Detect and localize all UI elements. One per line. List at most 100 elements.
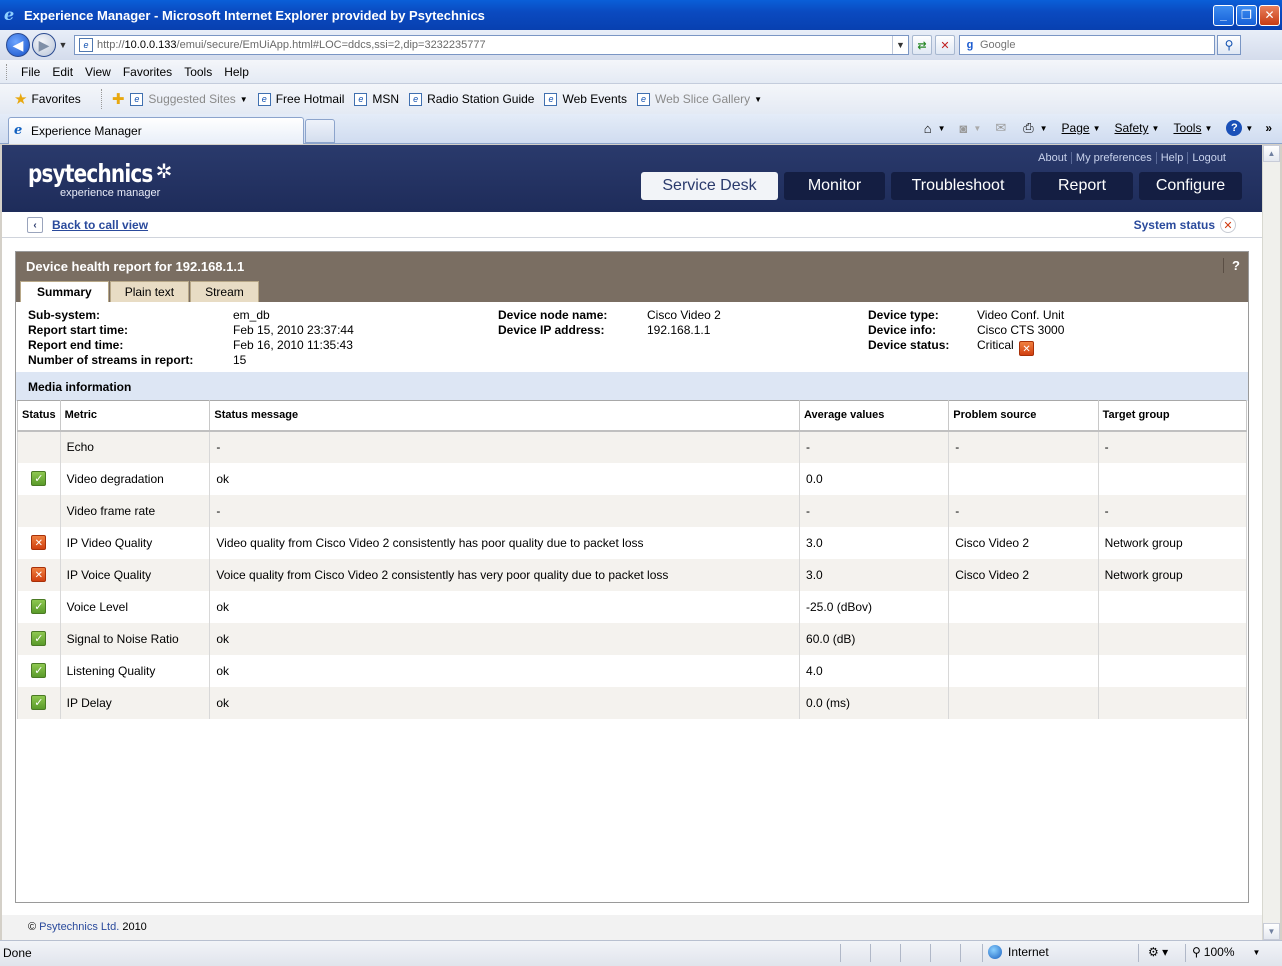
report-help-button[interactable]: ? [1223,258,1240,273]
tab-experience-manager[interactable]: e Experience Manager [8,117,304,144]
ok-check-icon: ✓ [31,695,47,710]
problem-source-cell: Cisco Video 2 [948,558,1099,591]
menu-view[interactable]: View [79,65,117,79]
company-link[interactable]: Psytechnics Ltd. [39,921,119,933]
target-group-cell: - [1097,494,1248,527]
address-url[interactable]: http://10.0.0.133/emui/secure/EmUiApp.ht… [97,39,892,51]
table-row: ✓ Signal to Noise Ratio ok 60.0 (dB) [17,622,1248,655]
psytechnics-logo: psytechnics ✲ experience manager [28,159,184,199]
logo-mark-icon: ✲ [155,161,173,183]
menu-favorites[interactable]: Favorites [117,65,178,79]
vertical-scrollbar[interactable]: ▲ ▼ [1262,145,1280,940]
status-message-cell: Voice quality from Cisco Video 2 consist… [209,558,801,591]
toolbar-grip [6,63,9,80]
tools-menu[interactable]: Tools ▼ [1173,121,1212,135]
status-message-cell: ok [209,462,801,495]
fav-web-events[interactable]: e Web Events [544,92,627,106]
feeds-button[interactable]: ◙ ▼ [960,121,982,136]
col-target-group[interactable]: Target group [1097,400,1248,432]
col-problem-source[interactable]: Problem source [948,400,1099,432]
stop-button[interactable]: ✕ [935,35,955,55]
col-metric[interactable]: Metric [59,400,211,432]
forward-button[interactable]: ▶ [32,33,56,57]
protected-mode-icon[interactable]: ⚙ ▾ [1148,945,1168,959]
col-average-values[interactable]: Average values [799,400,950,432]
refresh-button[interactable]: ⇄ [912,35,932,55]
back-to-call-view-button[interactable]: ‹ [27,217,43,233]
scroll-down-icon[interactable]: ▼ [1263,923,1280,940]
page-viewport: psytechnics ✲ experience manager About My… [2,145,1262,940]
overflow-chevron[interactable]: » [1265,121,1272,135]
report-info: Sub-system: em_db Report start time: Feb… [16,302,1248,372]
command-bar: ⌂ ▼ ◙ ▼ ✉ ⎙ ▼ Page ▼ Safety ▼ Tools ▼ ? ▼ » [910,120,1272,136]
fav-radio-station-guide[interactable]: e Radio Station Guide [409,92,534,106]
new-tab-button[interactable] [305,119,335,143]
ie-logo-icon: e [4,5,15,24]
fav-label: Radio Station Guide [427,92,535,106]
help-menu[interactable]: ? ▼ [1226,120,1253,136]
report-title: Device health report for 192.168.1.1 [26,259,245,274]
address-dropdown-icon[interactable]: ▼ [892,36,908,54]
system-status[interactable]: System status ✕ [1134,217,1236,233]
search-box[interactable]: g [959,35,1215,55]
back-to-call-view-link[interactable]: Back to call view [52,218,148,232]
page-menu[interactable]: Page ▼ [1062,121,1101,135]
average-value-cell: 0.0 (ms) [799,686,950,719]
add-favorite-icon[interactable]: ✚ [112,90,125,108]
critical-icon: ✕ [31,535,47,550]
fav-web-slice-gallery[interactable]: e Web Slice Gallery ▼ [636,92,762,106]
search-input[interactable] [980,39,1214,51]
nav-troubleshoot[interactable]: Troubleshoot [891,172,1025,200]
nav-monitor[interactable]: Monitor [784,172,885,200]
tab-stream[interactable]: Stream [190,281,259,302]
home-button[interactable]: ⌂ ▼ [924,121,946,136]
nav-report[interactable]: Report [1031,172,1133,200]
problem-source-cell [948,590,1099,623]
security-zone[interactable]: Internet [988,945,1049,959]
close-window-button[interactable]: ✕ [1259,4,1280,26]
col-status-message[interactable]: Status message [209,400,801,432]
print-button[interactable]: ⎙ ▼ [1023,120,1047,136]
brand-subtitle: experience manager [60,187,161,199]
tab-plain-text[interactable]: Plain text [109,281,190,302]
average-value-cell: 3.0 [799,558,950,591]
report-tabs: Summary Plain text Stream [20,281,260,302]
back-button[interactable]: ◀ [6,33,30,57]
window-title: Experience Manager - Microsoft Internet … [24,7,485,23]
about-link[interactable]: About [1034,152,1071,164]
favorites-button[interactable]: ★ Favorites [0,90,81,108]
ok-check-icon: ✓ [31,663,47,678]
scroll-up-icon[interactable]: ▲ [1263,145,1280,162]
device-status-value: Critical ✕ [977,338,1035,356]
fav-suggested-sites[interactable]: e Suggested Sites ▼ [130,92,248,106]
nav-service-desk[interactable]: Service Desk [641,172,778,200]
nav-configure[interactable]: Configure [1139,172,1242,200]
mail-button[interactable]: ✉ [995,120,1009,136]
fav-free-hotmail[interactable]: e Free Hotmail [257,92,344,106]
menu-edit[interactable]: Edit [46,65,79,79]
address-bar[interactable]: e http://10.0.0.133/emui/secure/EmUiApp.… [74,35,909,55]
help-icon: ? [1226,120,1243,136]
logout-link[interactable]: Logout [1187,152,1230,164]
menu-help[interactable]: Help [218,65,255,79]
table-row: ✓ IP Delay ok 0.0 (ms) [17,686,1248,719]
tab-summary[interactable]: Summary [20,281,109,302]
fav-msn[interactable]: e MSN [354,92,399,106]
zoom-level: 100% [1203,945,1235,959]
help-link[interactable]: Help [1155,152,1188,164]
menu-file[interactable]: File [15,65,46,79]
average-value-cell: 0.0 [799,462,950,495]
chevron-down-icon: ▼ [1092,123,1101,133]
safety-menu[interactable]: Safety ▼ [1115,121,1160,135]
search-button[interactable]: ⚲ [1217,35,1241,55]
minimize-button[interactable]: _ [1213,4,1234,26]
maximize-button[interactable]: ❐ [1236,4,1257,26]
col-status[interactable]: Status [17,400,61,432]
history-dropdown[interactable]: ▼ [56,40,70,50]
menu-tools[interactable]: Tools [178,65,218,79]
zoom-control[interactable]: ⚲ 100% ▼ [1192,945,1260,959]
ok-check-icon: ✓ [31,471,47,486]
report-panel: Device health report for 192.168.1.1 ? S… [15,251,1249,903]
device-status-label: Device status: [868,338,950,352]
my-preferences-link[interactable]: My preferences [1070,152,1156,164]
